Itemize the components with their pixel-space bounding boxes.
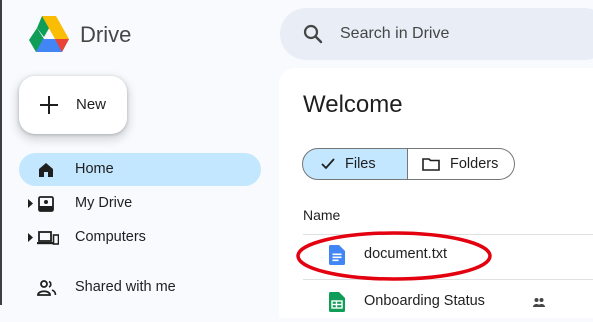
filter-folders-label: Folders	[450, 156, 499, 172]
check-icon	[321, 158, 335, 170]
caret-right-icon[interactable]	[28, 233, 33, 242]
sidebar-item-label: Shared with me	[75, 279, 176, 295]
sidebar-item-label: My Drive	[75, 195, 133, 211]
sidebar-item-label: Computers	[75, 229, 146, 245]
caret-right-icon[interactable]	[28, 199, 33, 208]
shared-people-icon	[533, 298, 545, 307]
shared-icon	[37, 280, 57, 296]
filter-toggle: Files Folders	[302, 148, 515, 180]
sidebar-item-computers[interactable]: Computers	[19, 221, 261, 254]
page-title: Welcome	[303, 91, 403, 118]
drive-logo-icon	[29, 16, 69, 52]
file-name: Onboarding Status	[364, 293, 485, 309]
sidebar-item-label: Home	[75, 161, 114, 177]
computers-icon	[37, 231, 59, 245]
window-edge	[0, 0, 2, 305]
column-header-name[interactable]: Name	[303, 207, 340, 223]
new-button[interactable]: New	[19, 76, 127, 134]
app-name: Drive	[80, 22, 132, 47]
doc-file-icon	[329, 245, 345, 265]
search-bar[interactable]	[280, 8, 593, 60]
sidebar-item-shared-with-me[interactable]: Shared with me	[19, 271, 261, 304]
search-icon[interactable]	[302, 23, 324, 45]
sidebar-item-my-drive[interactable]: My Drive	[19, 187, 261, 220]
sidebar-item-home[interactable]: Home	[19, 153, 261, 186]
file-name: document.txt	[364, 246, 448, 262]
home-icon	[39, 163, 53, 177]
plus-icon	[40, 96, 58, 114]
folder-icon	[422, 158, 440, 171]
search-input[interactable]	[340, 22, 590, 46]
filter-files-button[interactable]: Files	[302, 148, 408, 180]
table-divider	[303, 279, 593, 280]
sheet-file-icon	[329, 292, 345, 312]
filter-folders-button[interactable]: Folders	[408, 148, 515, 180]
table-row[interactable]: Onboarding Status	[303, 282, 593, 322]
new-button-label: New	[76, 96, 107, 113]
my-drive-icon	[38, 196, 54, 212]
filter-files-label: Files	[345, 156, 376, 172]
main-content: Welcome Files Folders Name document.txt	[279, 68, 593, 318]
table-row[interactable]: document.txt	[303, 235, 593, 275]
